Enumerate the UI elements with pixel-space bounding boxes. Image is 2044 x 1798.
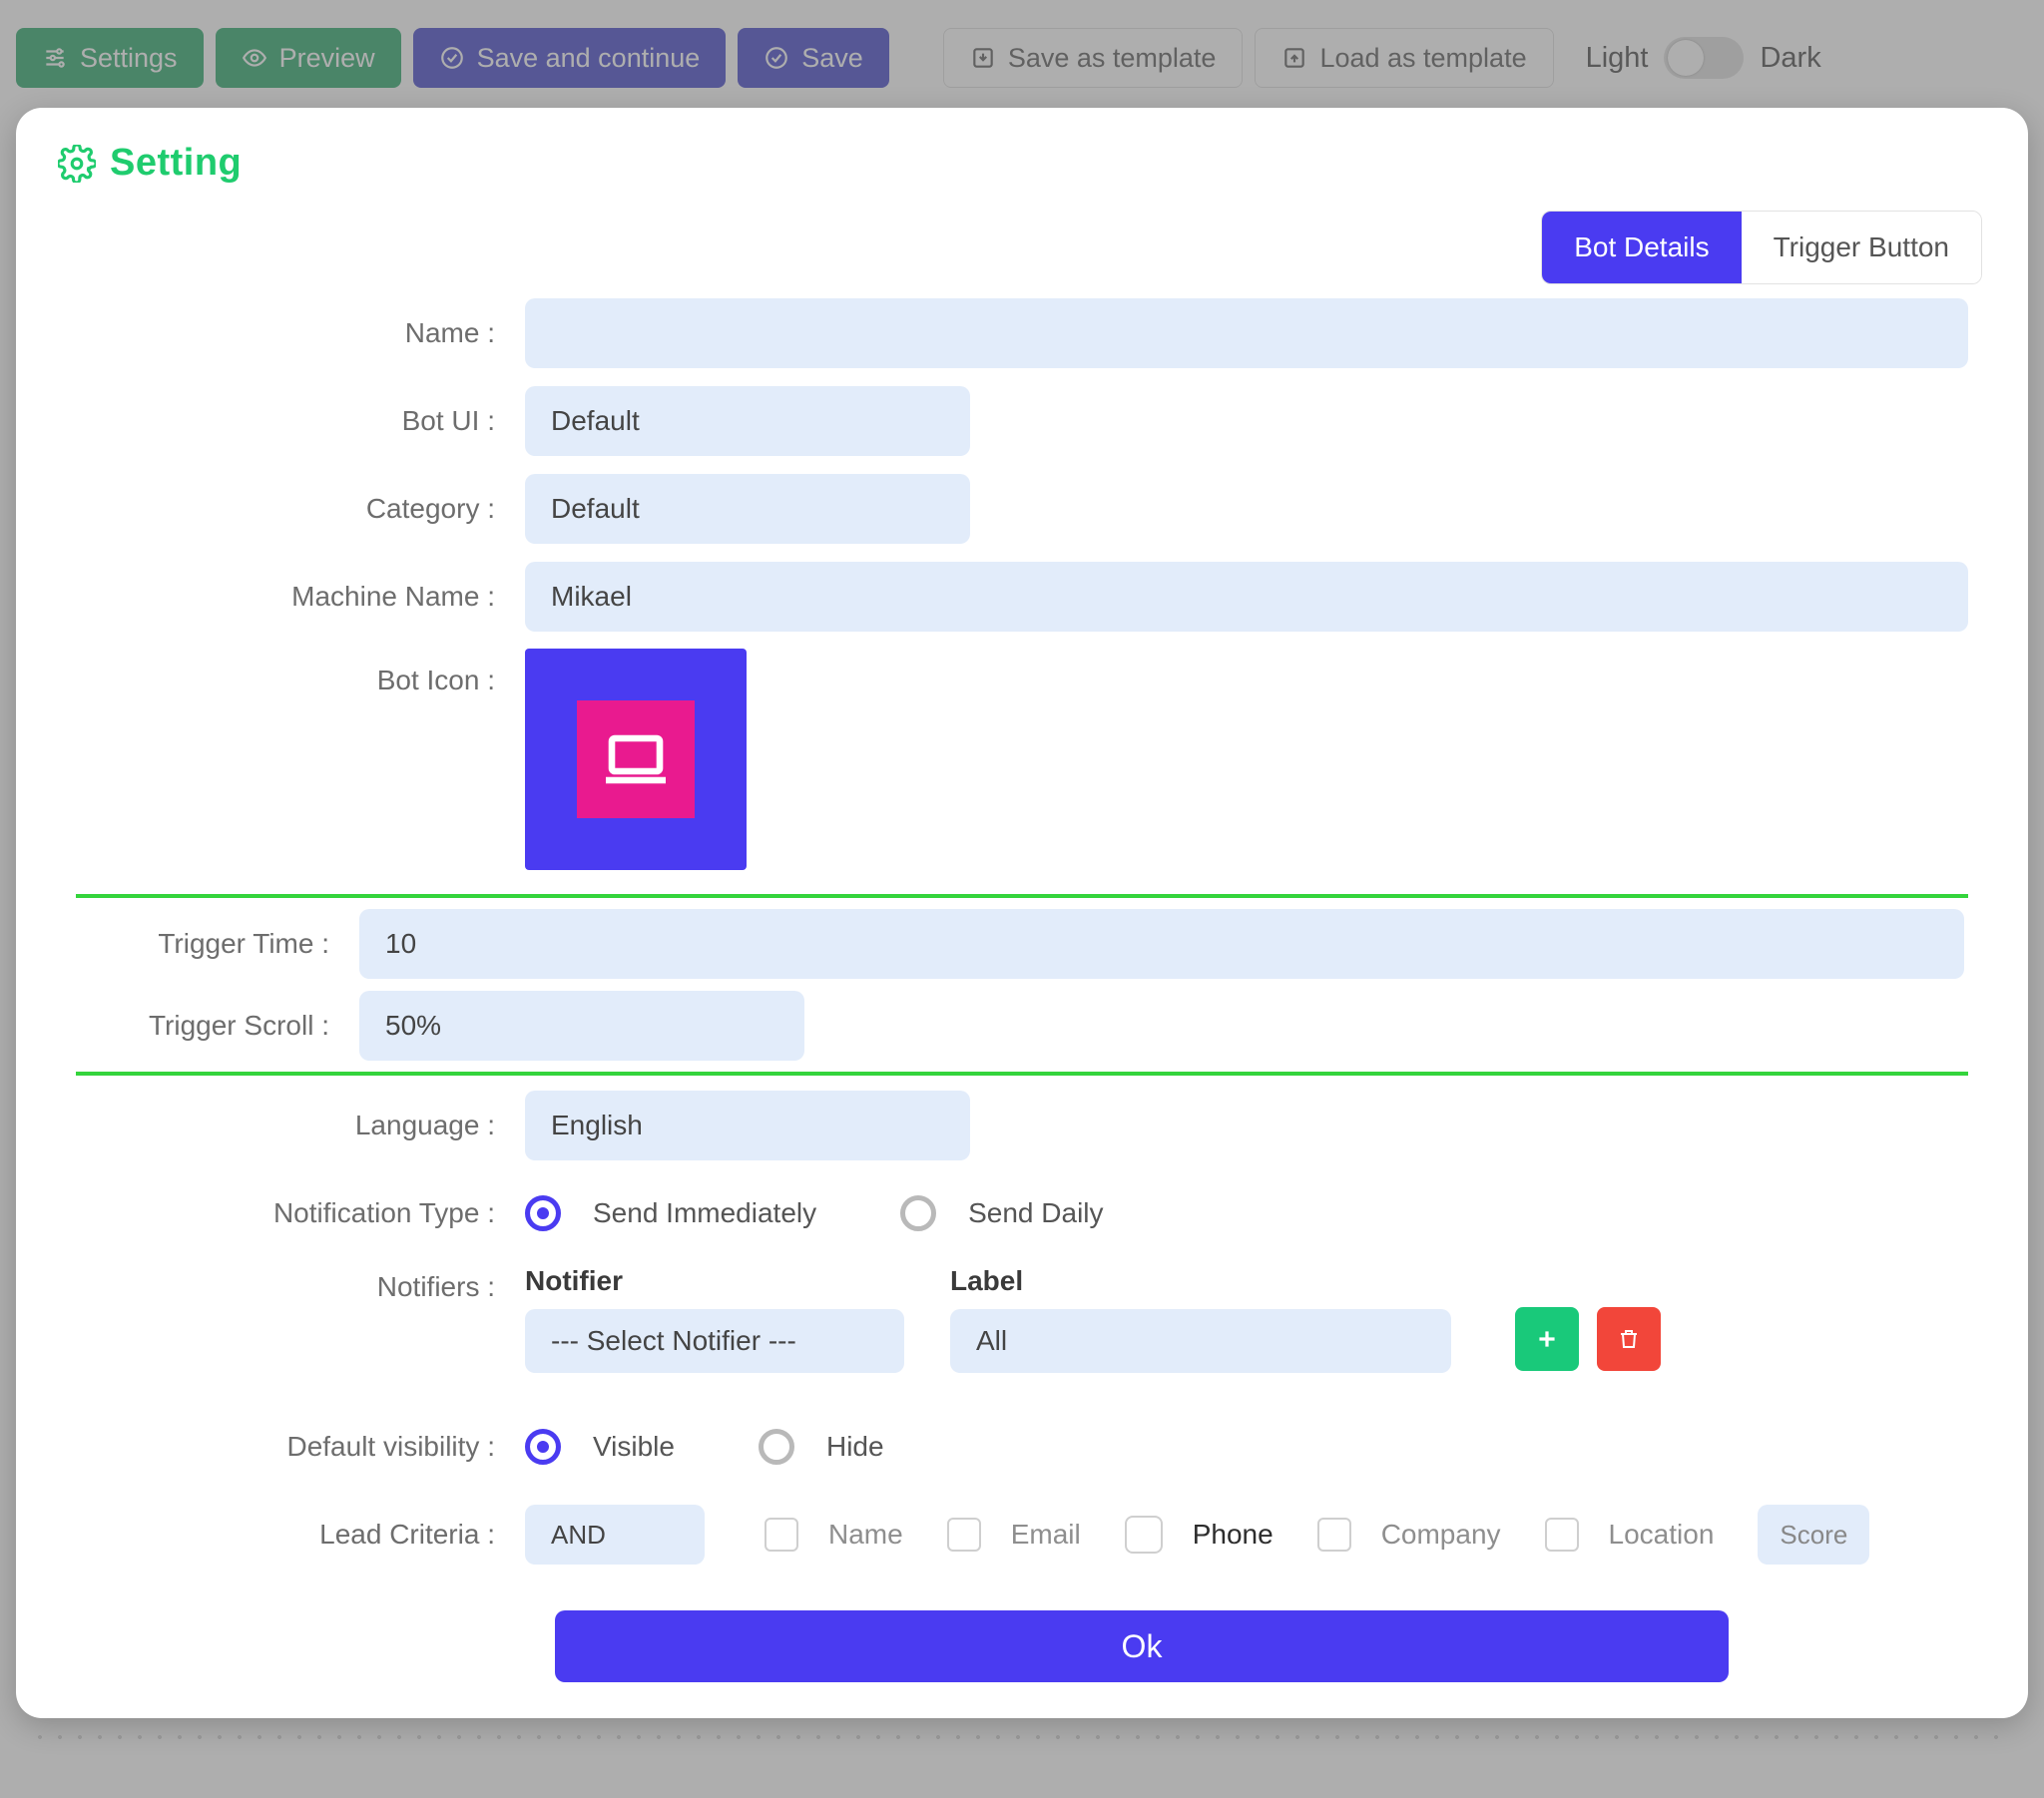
modal-title-text: Setting <box>110 142 242 185</box>
check-email[interactable] <box>947 1518 981 1552</box>
name-input[interactable] <box>525 298 1968 368</box>
trigger-highlight-box: Trigger Time : 10 Trigger Scroll : 50% <box>76 894 1968 1076</box>
modal-tabs: Bot Details Trigger Button <box>1541 211 1982 284</box>
check-phone[interactable] <box>1125 1516 1163 1554</box>
language-select[interactable]: English <box>525 1091 970 1160</box>
notifier-label-input[interactable]: All <box>950 1309 1451 1373</box>
trigger-time-input[interactable]: 10 <box>359 909 1964 979</box>
score-input[interactable]: Score <box>1758 1505 1869 1565</box>
col-notifier: Notifier <box>525 1265 904 1297</box>
check-email-label: Email <box>1011 1519 1081 1551</box>
settings-modal: Setting Bot Details Trigger Button Name … <box>16 108 2028 1718</box>
radio-send-daily[interactable] <box>900 1195 936 1231</box>
label-default-vis: Default visibility : <box>76 1431 525 1463</box>
label-language: Language : <box>76 1110 525 1141</box>
trigger-scroll-input[interactable]: 50% <box>359 991 804 1061</box>
ok-button[interactable]: Ok <box>555 1610 1729 1682</box>
radio-send-immediately-label: Send Immediately <box>593 1197 816 1229</box>
check-location-label: Location <box>1609 1519 1715 1551</box>
radio-hide[interactable] <box>759 1429 794 1465</box>
gear-icon <box>58 145 96 183</box>
label-boticon: Bot Icon : <box>76 649 525 696</box>
label-botui: Bot UI : <box>76 405 525 437</box>
label-trigger-time: Trigger Time : <box>80 928 359 960</box>
radio-send-immediately[interactable] <box>525 1195 561 1231</box>
check-phone-label: Phone <box>1193 1519 1274 1551</box>
col-label: Label <box>950 1265 1451 1297</box>
check-name-label: Name <box>828 1519 903 1551</box>
label-lead-criteria: Lead Criteria : <box>76 1519 525 1551</box>
delete-notifier-button[interactable] <box>1597 1307 1661 1371</box>
lead-logic-select[interactable]: AND <box>525 1505 705 1565</box>
radio-visible-label: Visible <box>593 1431 675 1463</box>
botui-select[interactable]: Default <box>525 386 970 456</box>
form-area: Name : Bot UI : Default Category : Defau… <box>76 297 1968 1569</box>
label-machine: Machine Name : <box>76 581 525 613</box>
bot-icon-preview[interactable] <box>525 649 747 870</box>
add-notifier-button[interactable] <box>1515 1307 1579 1371</box>
check-company-label: Company <box>1381 1519 1501 1551</box>
tab-bot-details[interactable]: Bot Details <box>1542 212 1741 283</box>
label-trigger-scroll: Trigger Scroll : <box>80 1010 359 1042</box>
laptop-icon <box>577 700 695 818</box>
label-category: Category : <box>76 493 525 525</box>
radio-hide-label: Hide <box>826 1431 884 1463</box>
label-notifiers: Notifiers : <box>76 1265 525 1303</box>
label-notif-type: Notification Type : <box>76 1197 525 1229</box>
check-name[interactable] <box>765 1518 798 1552</box>
machine-name-input[interactable]: Mikael <box>525 562 1968 632</box>
trash-icon <box>1617 1327 1641 1351</box>
check-company[interactable] <box>1317 1518 1351 1552</box>
notifier-select[interactable]: --- Select Notifier --- <box>525 1309 904 1373</box>
check-location[interactable] <box>1545 1518 1579 1552</box>
modal-title: Setting <box>58 142 1994 185</box>
plus-icon <box>1534 1326 1560 1352</box>
radio-send-daily-label: Send Daily <box>968 1197 1103 1229</box>
category-select[interactable]: Default <box>525 474 970 544</box>
label-name: Name : <box>76 317 525 349</box>
tab-trigger-button[interactable]: Trigger Button <box>1742 212 1981 283</box>
radio-visible[interactable] <box>525 1429 561 1465</box>
